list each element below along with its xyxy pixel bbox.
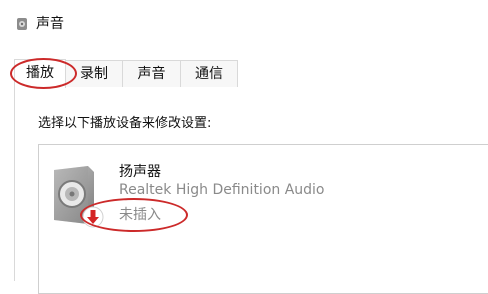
window-titlebar: 声音 (0, 0, 488, 44)
instruction-text: 选择以下播放设备来修改设置: (38, 116, 212, 131)
device-description: Realtek High Definition Audio (119, 182, 325, 198)
tab-recording[interactable]: 录制 (65, 60, 123, 87)
speaker-icon (17, 18, 27, 30)
device-status: 未插入 (119, 207, 161, 223)
tab-communications[interactable]: 通信 (180, 60, 238, 87)
device-name: 扬声器 (119, 164, 161, 180)
red-down-arrow-icon (82, 206, 104, 228)
tab-strip: 播放 录制 声音 通信 (14, 59, 488, 89)
window-title: 声音 (36, 16, 64, 32)
tab-playback[interactable]: 播放 (14, 59, 66, 88)
playback-device-list[interactable] (38, 144, 488, 294)
tab-sounds[interactable]: 声音 (122, 60, 181, 87)
